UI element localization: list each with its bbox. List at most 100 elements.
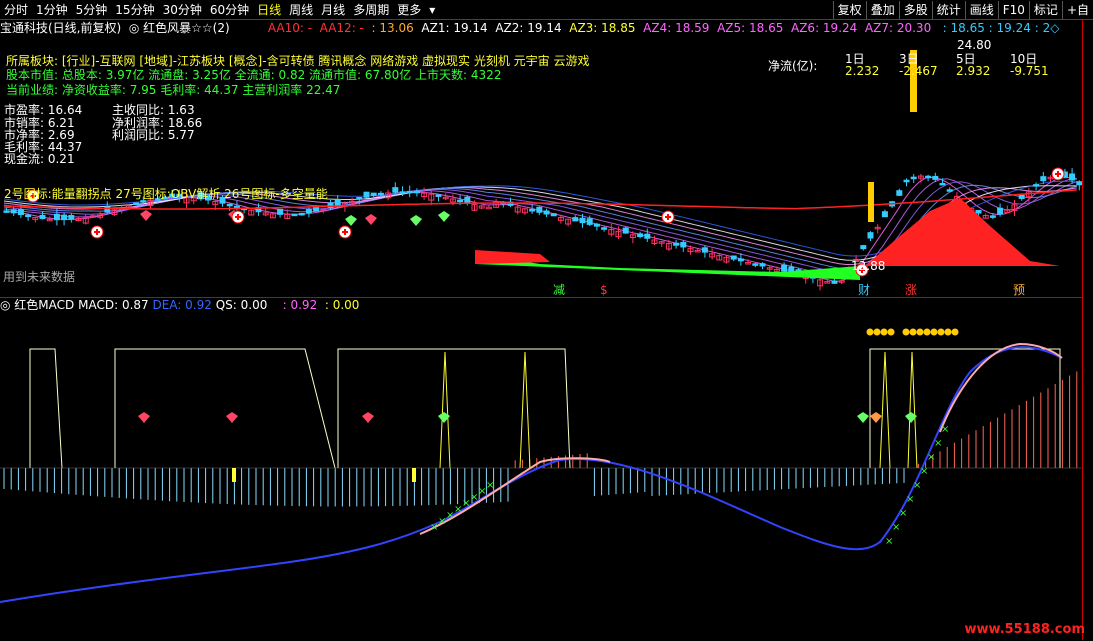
candle-body	[39, 214, 46, 220]
candle-body	[10, 209, 17, 214]
period-tab-2[interactable]: 5分钟	[72, 1, 112, 19]
chevron-down-icon[interactable]: ▾	[425, 1, 439, 19]
custom-button[interactable]: +自	[1061, 0, 1093, 19]
candle-body	[25, 214, 32, 218]
candle-body	[68, 215, 75, 220]
candle-body	[61, 214, 68, 221]
sector-info: 所属板块: [行业]-互联网 [地域]-江苏板块 [概念]-含可转债 腾讯概念 …	[6, 54, 590, 68]
draw-line-button[interactable]: 画线	[964, 0, 998, 19]
candle-body	[601, 227, 608, 230]
candle-body	[464, 196, 471, 204]
az2-value: AZ2: 19.14	[495, 21, 562, 35]
candle-body	[377, 192, 384, 196]
flow-value-3d: -2.467	[899, 64, 938, 78]
green-cross-mark: ×	[892, 522, 900, 533]
candle-body	[586, 218, 593, 225]
signal-dollar: $	[600, 283, 608, 297]
overlay-button[interactable]: 叠加	[865, 0, 899, 19]
period-tab-daily[interactable]: 日线	[253, 1, 285, 19]
f10-button[interactable]: F10	[997, 0, 1029, 19]
gear-icon[interactable]: ◎	[125, 21, 139, 35]
candle-body	[831, 280, 838, 284]
candle-body	[53, 213, 60, 221]
period-tab-9[interactable]: 多周期	[349, 1, 393, 19]
candle-body	[673, 242, 680, 246]
indicator-header: 宝通科技(日线,前复权) ◎ 红色风暴☆☆(2) AA10: - AA12: -…	[0, 20, 1093, 36]
signal-yu: 预	[1013, 283, 1026, 297]
diamond-icon	[345, 215, 357, 226]
candle-body	[356, 196, 363, 200]
period-tab-0[interactable]: 分时	[0, 1, 32, 19]
stats-button[interactable]: 统计	[931, 0, 965, 19]
candle-body	[932, 175, 939, 180]
flow-value-10d: -9.751	[1010, 64, 1049, 78]
candle-body	[644, 233, 651, 239]
flow-area-red-left	[475, 250, 550, 264]
candle-body	[896, 190, 903, 196]
mark-button[interactable]: 标记	[1028, 0, 1062, 19]
period-tab-5[interactable]: 60分钟	[206, 1, 253, 19]
candle-body	[363, 191, 370, 198]
yellow-dot	[930, 328, 938, 336]
green-cross-mark: ×	[486, 480, 494, 491]
tail-values: : 18.65 : 19.24 : 2◇	[942, 21, 1060, 35]
multi-stock-button[interactable]: 多股	[898, 0, 932, 19]
signal-spike-line	[439, 351, 918, 469]
period-tab-more[interactable]: 更多	[393, 1, 425, 19]
period-tab-4[interactable]: 30分钟	[159, 1, 206, 19]
candle-body	[334, 199, 341, 207]
period-tab-7[interactable]: 周线	[285, 1, 317, 19]
candle-body	[939, 182, 946, 186]
candle-body	[759, 263, 766, 267]
gear-icon[interactable]: ◎	[0, 298, 14, 312]
watermark-logo: www.55188.com	[964, 622, 1086, 637]
diamond-icon	[870, 412, 882, 423]
yellow-dot	[880, 328, 888, 336]
az1-value: AZ1: 19.14	[421, 21, 488, 35]
candle-body	[392, 187, 399, 193]
period-tab-3[interactable]: 15分钟	[111, 1, 158, 19]
flow-value-5d: 2.932	[956, 64, 991, 78]
yellow-dot	[916, 328, 924, 336]
candle-body	[370, 192, 377, 197]
candle-body	[298, 212, 305, 216]
az7-value: AZ7: 20.30	[864, 21, 932, 35]
candle-body	[413, 190, 420, 194]
candle-body	[910, 176, 917, 180]
yellow-dot	[887, 328, 895, 336]
candle-body	[1033, 184, 1040, 187]
yellow-dot	[923, 328, 931, 336]
yellow-dot	[902, 328, 910, 336]
net-flow-label: 净流(亿):	[768, 59, 818, 73]
future-data-note: 用到未来数据	[3, 270, 76, 284]
indicator-name[interactable]: 红色风暴☆☆(2)	[143, 21, 230, 35]
candle-body	[737, 258, 744, 262]
yellow-dot	[944, 328, 952, 336]
candle-body	[529, 209, 536, 212]
stock-title[interactable]: 宝通科技(日线,前复权)	[0, 21, 121, 35]
candle-body	[485, 206, 492, 210]
green-cross-mark: ×	[906, 494, 914, 505]
candle-body	[305, 208, 312, 214]
yellow-dot	[866, 328, 874, 336]
dea-segment	[939, 342, 1063, 433]
fuquan-button[interactable]: 复权	[832, 0, 866, 19]
flow-area-red-hump	[865, 198, 1060, 266]
candle-body	[277, 208, 284, 215]
candle-body	[997, 207, 1004, 215]
diamond-icon	[138, 412, 150, 423]
macd-chart[interactable]: ×××××××××××××××××	[0, 312, 1082, 638]
period-toolbar: 分时 1分钟 5分钟 15分钟 30分钟 60分钟 日线 周线 月线 多周期 更…	[0, 0, 1093, 20]
low-price-label: 12.88	[851, 259, 886, 273]
signal-step-line	[29, 348, 1061, 469]
right-axis-line	[1082, 20, 1083, 640]
period-tab-8[interactable]: 月线	[317, 1, 349, 19]
candle-body	[946, 189, 953, 192]
diamond-icon	[438, 211, 450, 222]
candle-body	[17, 209, 24, 216]
green-cross-mark: ×	[913, 480, 921, 491]
period-tab-1[interactable]: 1分钟	[32, 1, 72, 19]
macd-name[interactable]: 红色MACD	[14, 298, 74, 312]
candle-body	[550, 213, 557, 217]
yellow-bar	[412, 468, 416, 482]
